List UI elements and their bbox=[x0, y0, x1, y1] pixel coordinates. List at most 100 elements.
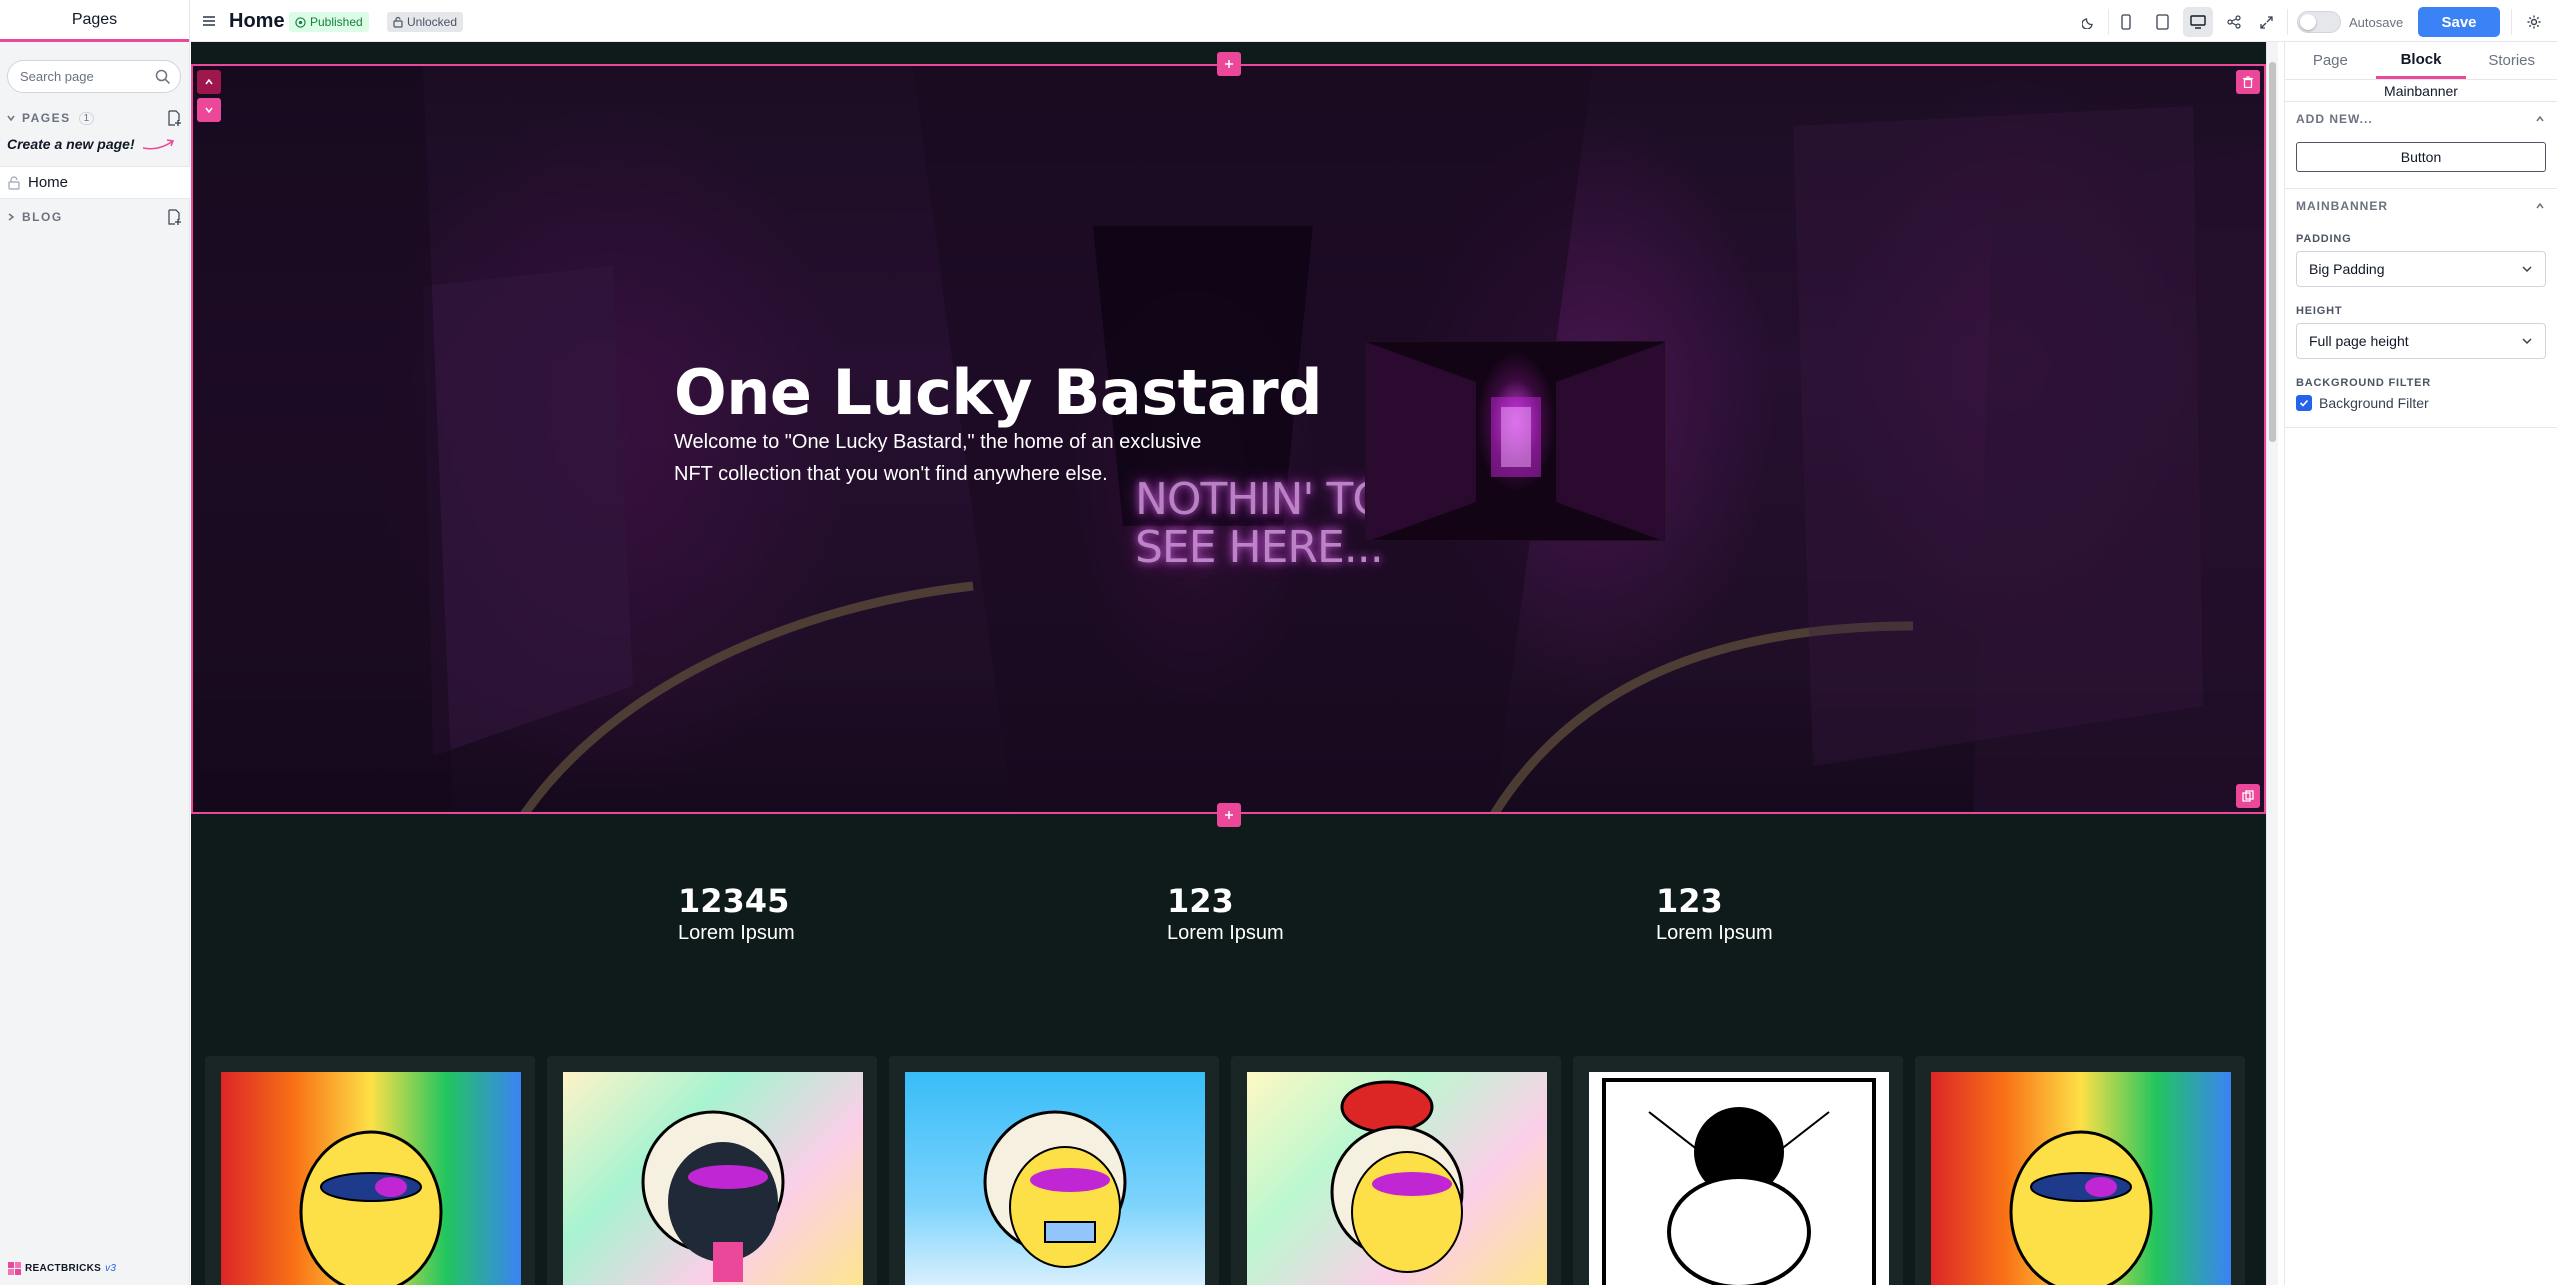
pages-count-badge: 1 bbox=[78, 111, 95, 125]
toolbar-divider bbox=[2287, 9, 2288, 35]
status-badge-published[interactable]: Published bbox=[289, 12, 369, 32]
desktop-view-button[interactable] bbox=[2183, 7, 2213, 37]
sidebar-item-label: Home bbox=[28, 174, 69, 191]
background-filter-checkbox[interactable] bbox=[2296, 395, 2312, 411]
mobile-view-button[interactable] bbox=[2111, 7, 2141, 37]
chevron-up-icon[interactable] bbox=[2535, 201, 2545, 211]
unlock-icon bbox=[393, 16, 403, 28]
main-banner-block[interactable]: NOTHIN' TO SEE HERE... One Lucky Bastard… bbox=[191, 64, 2266, 814]
save-button[interactable]: Save bbox=[2418, 7, 2500, 37]
brand-footer: REACTBRICKS v3 bbox=[8, 1262, 116, 1275]
blog-section-header[interactable]: BLOG bbox=[0, 202, 190, 232]
stat-item[interactable]: 123 Lorem Ipsum bbox=[1656, 882, 1773, 945]
check-icon bbox=[2299, 399, 2309, 407]
scrollbar-thumb[interactable] bbox=[2269, 62, 2276, 442]
chevron-up-icon[interactable] bbox=[2535, 114, 2545, 124]
share-icon bbox=[2227, 15, 2241, 29]
height-select[interactable]: Full page height bbox=[2296, 323, 2546, 359]
mainbanner-section-header[interactable]: MAINBANNER bbox=[2285, 189, 2557, 223]
dark-mode-button[interactable] bbox=[2074, 7, 2104, 37]
padding-value: Big Padding bbox=[2309, 261, 2385, 277]
nft-image bbox=[1931, 1072, 2231, 1285]
chevron-down-icon[interactable] bbox=[0, 113, 22, 123]
autosave-toggle[interactable] bbox=[2297, 11, 2341, 33]
toolbar-divider bbox=[2511, 9, 2512, 35]
nft-image bbox=[563, 1072, 863, 1285]
banner-text[interactable]: Welcome to "One Lucky Bastard," the home… bbox=[674, 426, 1204, 490]
fullscreen-button[interactable] bbox=[2251, 7, 2281, 37]
chevron-right-icon[interactable] bbox=[0, 212, 22, 222]
hamburger-menu-icon[interactable] bbox=[199, 11, 219, 31]
tab-block[interactable]: Block bbox=[2375, 42, 2467, 79]
move-block-up-button[interactable] bbox=[197, 70, 221, 94]
expand-icon bbox=[2259, 15, 2273, 29]
corridor-image bbox=[1366, 342, 1664, 540]
share-button[interactable] bbox=[2219, 7, 2249, 37]
nft-card[interactable] bbox=[1573, 1056, 1903, 1285]
stat-item[interactable]: 12345 Lorem Ipsum bbox=[678, 882, 795, 945]
search-box[interactable] bbox=[7, 60, 181, 93]
stat-item[interactable]: 123 Lorem Ipsum bbox=[1167, 882, 1284, 945]
gear-icon bbox=[2527, 15, 2541, 29]
tablet-icon bbox=[2155, 14, 2169, 30]
neon-sign: NOTHIN' TO SEE HERE... bbox=[1135, 476, 1387, 572]
search-input[interactable] bbox=[8, 61, 148, 92]
create-page-hint: Create a new page! bbox=[7, 136, 177, 152]
chevron-down-icon bbox=[2522, 338, 2532, 345]
trash-icon bbox=[2243, 76, 2253, 88]
banner-title[interactable]: One Lucky Bastard bbox=[674, 356, 1323, 429]
eye-icon bbox=[295, 16, 306, 28]
nft-card[interactable] bbox=[547, 1056, 877, 1285]
brand-version: v3 bbox=[105, 1263, 117, 1274]
mainbanner-section-label: MAINBANNER bbox=[2296, 199, 2388, 213]
stat-label: Lorem Ipsum bbox=[1167, 922, 1284, 944]
move-block-down-button[interactable] bbox=[197, 98, 221, 122]
create-page-hint-text: Create a new page! bbox=[7, 136, 135, 152]
add-new-section-header[interactable]: ADD NEW... bbox=[2285, 102, 2557, 136]
chevron-down-icon bbox=[2522, 266, 2532, 273]
settings-button[interactable] bbox=[2519, 7, 2549, 37]
tab-page[interactable]: Page bbox=[2285, 42, 2376, 79]
pages-sidebar: Pages PAGES 1 Create a new page! Home BL… bbox=[0, 0, 190, 1285]
nft-card[interactable] bbox=[889, 1056, 1219, 1285]
add-button-button[interactable]: Button bbox=[2296, 142, 2546, 172]
stat-label: Lorem Ipsum bbox=[1656, 922, 1773, 944]
stat-number: 123 bbox=[1656, 882, 1723, 920]
nft-card[interactable] bbox=[205, 1056, 535, 1285]
plus-icon bbox=[1225, 60, 1233, 68]
nft-image bbox=[1589, 1072, 1889, 1285]
height-value: Full page height bbox=[2309, 333, 2409, 349]
padding-select[interactable]: Big Padding bbox=[2296, 251, 2546, 287]
delete-block-button[interactable] bbox=[2236, 70, 2260, 94]
pages-section-header[interactable]: PAGES 1 bbox=[0, 103, 190, 133]
add-block-above-button[interactable] bbox=[1217, 52, 1241, 76]
tablet-view-button[interactable] bbox=[2147, 7, 2177, 37]
panel-divider bbox=[2285, 427, 2557, 428]
background-filter-checkbox-label: Background Filter bbox=[2319, 395, 2429, 411]
nft-card[interactable] bbox=[1915, 1056, 2245, 1285]
add-page-icon[interactable] bbox=[166, 209, 182, 225]
background-filter-label: BACKGROUND FILTER bbox=[2296, 377, 2431, 389]
nft-card[interactable] bbox=[1231, 1056, 1561, 1285]
blog-section-label: BLOG bbox=[22, 210, 63, 224]
copy-icon bbox=[2242, 790, 2254, 802]
add-page-icon[interactable] bbox=[166, 110, 182, 126]
toolbar-divider bbox=[2108, 9, 2109, 35]
search-icon[interactable] bbox=[155, 69, 171, 85]
stats-block[interactable]: 12345 Lorem Ipsum 123 Lorem Ipsum 123 Lo… bbox=[191, 816, 2266, 1066]
tab-stories[interactable]: Stories bbox=[2466, 42, 2557, 79]
add-new-label: ADD NEW... bbox=[2296, 112, 2373, 126]
banner-image[interactable] bbox=[1365, 341, 1665, 541]
status-lock-label: Unlocked bbox=[407, 15, 458, 29]
unlock-icon bbox=[0, 175, 28, 190]
banner-filter-overlay bbox=[193, 66, 2264, 812]
page-canvas: NOTHIN' TO SEE HERE... One Lucky Bastard… bbox=[191, 42, 2266, 1285]
status-badge-lock[interactable]: Unlocked bbox=[387, 12, 464, 32]
brand-name: REACTBRICKS bbox=[25, 1263, 102, 1274]
sidebar-item-home[interactable]: Home bbox=[0, 166, 190, 199]
background-filter-option[interactable]: Background Filter bbox=[2285, 395, 2557, 411]
editor-toolbar: Home Published Unlocked Autosave Save bbox=[191, 0, 2557, 42]
canvas-scrollbar[interactable] bbox=[2266, 42, 2278, 1285]
duplicate-block-button[interactable] bbox=[2236, 784, 2260, 808]
autosave-control[interactable]: Autosave bbox=[2297, 11, 2403, 33]
